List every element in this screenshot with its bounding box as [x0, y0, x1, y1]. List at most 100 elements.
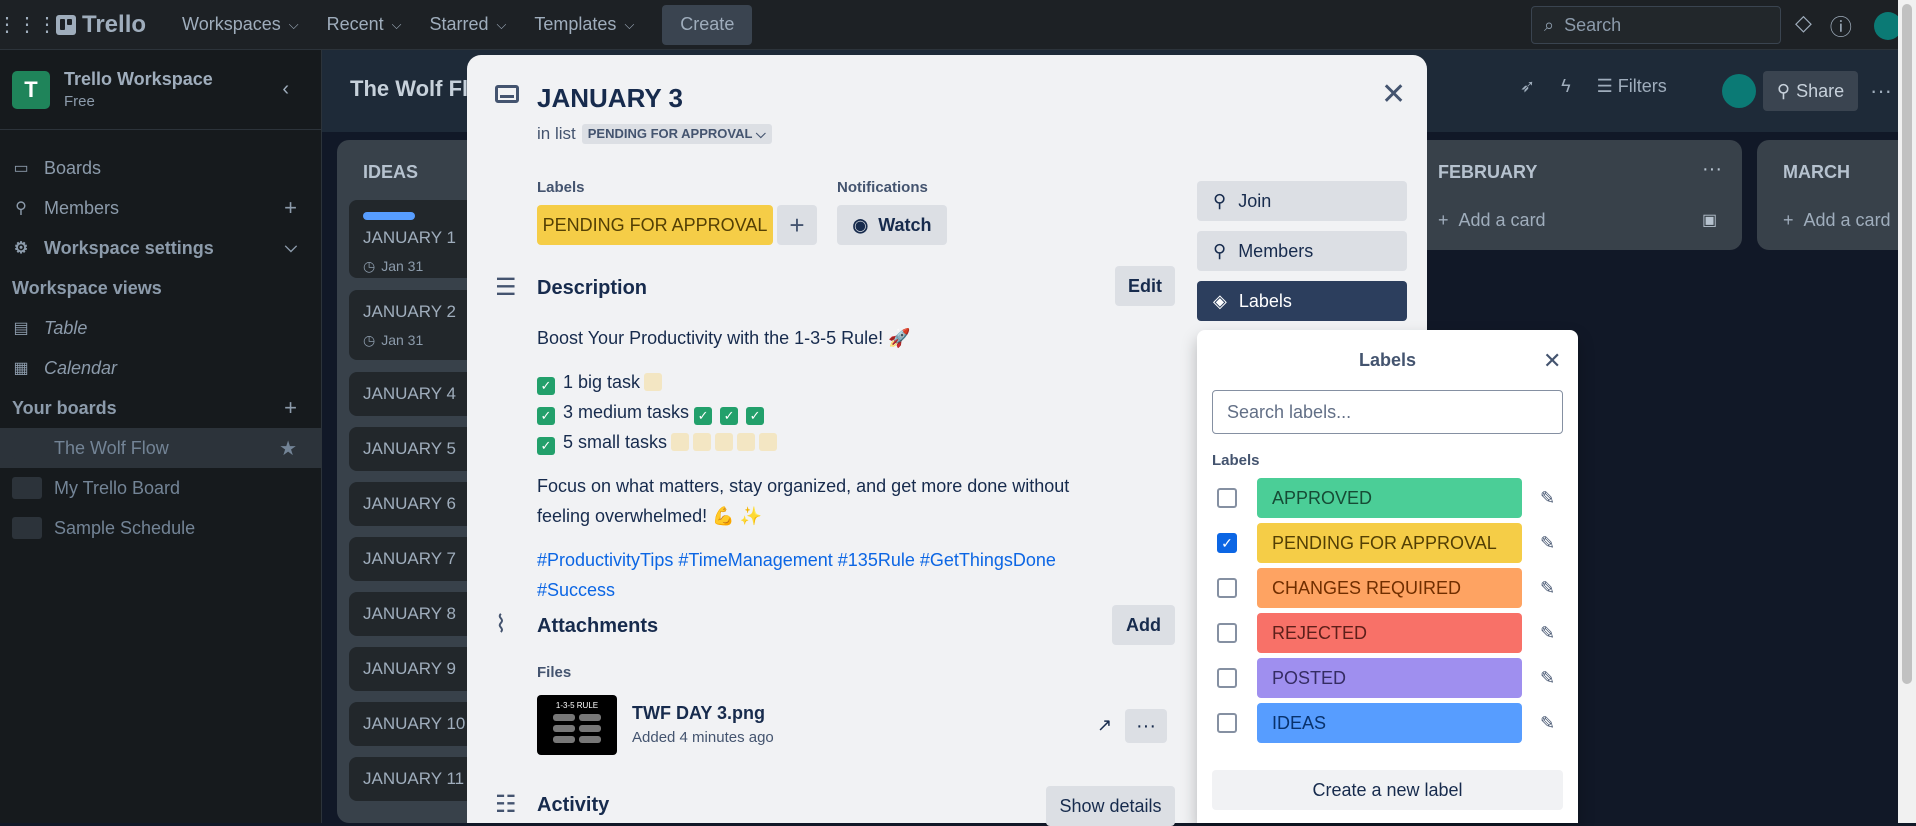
- checkbox-icon: ✓: [537, 407, 555, 425]
- search-labels-input[interactable]: Search labels...: [1212, 390, 1563, 434]
- trello-logo[interactable]: Trello: [56, 11, 146, 39]
- label-checkbox[interactable]: [1217, 713, 1237, 733]
- label-checkbox[interactable]: [1217, 623, 1237, 643]
- sidebar-item-table[interactable]: ▤ Table: [0, 308, 321, 348]
- memo-emoji: [759, 433, 778, 451]
- person-icon: ⚲: [1213, 240, 1227, 261]
- label-chip[interactable]: CHANGES REQUIRED: [1257, 568, 1522, 608]
- sidebar-board-item[interactable]: My Trello Board: [0, 468, 321, 508]
- create-button[interactable]: Create: [662, 4, 753, 45]
- label-chip[interactable]: PENDING FOR APPROVAL: [1257, 523, 1522, 563]
- sidebar-board-item[interactable]: Sample Schedule: [0, 508, 321, 548]
- list-menu-icon[interactable]: ···: [1702, 158, 1722, 181]
- label-row: APPROVED ✎: [1212, 478, 1563, 518]
- sidebar-item-workspace-settings[interactable]: ⚙ Workspace settings ⌵: [0, 228, 321, 268]
- open-external-icon[interactable]: ↗: [1097, 715, 1112, 736]
- template-icon[interactable]: ▣: [1702, 210, 1717, 230]
- filters-button[interactable]: ☰ Filters: [1597, 76, 1667, 97]
- checkbox-icon: ✓: [694, 407, 713, 425]
- close-icon[interactable]: ✕: [1543, 348, 1561, 374]
- board-title[interactable]: The Wolf Fl: [350, 76, 468, 102]
- add-card-button[interactable]: + Add a card: [1438, 210, 1546, 231]
- star-icon[interactable]: ★: [279, 436, 297, 461]
- sidebar-item-boards[interactable]: ▭ Boards: [0, 148, 321, 188]
- pencil-icon[interactable]: ✎: [1540, 488, 1555, 509]
- workspace-avatar: T: [12, 70, 50, 109]
- sidebar-item-calendar[interactable]: ▦ Calendar: [0, 348, 321, 388]
- eye-icon: ◉: [852, 214, 869, 235]
- show-details-button[interactable]: Show details: [1046, 786, 1175, 826]
- scrollbar-thumb[interactable]: [1902, 4, 1912, 684]
- megaphone-icon[interactable]: ◇: [1795, 10, 1812, 42]
- members-button[interactable]: ⚲ Members: [1197, 231, 1407, 271]
- chevron-down-icon: ⌵: [624, 16, 635, 32]
- scrollbar[interactable]: [1898, 0, 1916, 823]
- label-row: POSTED ✎: [1212, 658, 1563, 698]
- description-heading: Description: [537, 277, 648, 299]
- attachment-filename[interactable]: TWF DAY 3.png: [632, 703, 765, 724]
- collapse-sidebar-icon[interactable]: ‹: [282, 78, 289, 101]
- edit-button[interactable]: Edit: [1115, 266, 1175, 306]
- nav-templates[interactable]: Templates ⌵: [520, 8, 648, 42]
- pencil-icon[interactable]: ✎: [1540, 578, 1555, 599]
- pencil-icon[interactable]: ✎: [1540, 533, 1555, 554]
- add-member-icon[interactable]: +: [284, 195, 297, 221]
- join-button[interactable]: ⚲ Join: [1197, 181, 1407, 221]
- label-chip[interactable]: POSTED: [1257, 658, 1522, 698]
- popover-title: Labels: [1358, 350, 1417, 370]
- app-switcher-icon[interactable]: ⋮⋮⋮: [0, 8, 57, 42]
- checkbox-icon: ✓: [746, 407, 765, 425]
- add-board-icon[interactable]: +: [284, 395, 297, 421]
- attachment-thumbnail[interactable]: 1-3-5 RULE: [537, 695, 617, 755]
- chevron-down-icon: ⌵: [755, 126, 766, 141]
- card-label-pending[interactable]: PENDING FOR APPROVAL: [537, 205, 773, 245]
- list-name-dropdown[interactable]: PENDING FOR APPROVAL ⌵: [581, 124, 772, 144]
- add-label-button[interactable]: +: [777, 205, 817, 245]
- create-label-button[interactable]: Create a new label: [1212, 770, 1563, 810]
- add-card-button[interactable]: + Add a card: [1783, 210, 1891, 231]
- search-input[interactable]: ⌕ Search: [1531, 6, 1781, 44]
- person-icon: ⚲: [1776, 80, 1791, 101]
- label-checkbox[interactable]: [1217, 488, 1237, 508]
- label-checkbox[interactable]: [1217, 578, 1237, 598]
- card-list-indicator: in list PENDING FOR APPROVAL ⌵: [537, 124, 772, 144]
- help-icon[interactable]: ⓘ: [1830, 10, 1852, 42]
- list-march: MARCH + Add a card: [1757, 140, 1898, 250]
- description-icon: ☰: [495, 274, 517, 301]
- pencil-icon[interactable]: ✎: [1540, 713, 1555, 734]
- nav-recent[interactable]: Recent ⌵: [313, 8, 416, 42]
- label-chip[interactable]: APPROVED: [1257, 478, 1522, 518]
- pencil-icon[interactable]: ✎: [1540, 623, 1555, 644]
- memo-emoji: [715, 433, 734, 451]
- label-row: REJECTED ✎: [1212, 613, 1563, 653]
- sidebar-board-item[interactable]: The Wolf Flow ★: [0, 428, 321, 468]
- hashtags[interactable]: #ProductivityTips #TimeManagement #135Ru…: [537, 545, 1117, 605]
- sidebar-item-members[interactable]: ⚲ Members +: [0, 188, 321, 228]
- label-chip[interactable]: IDEAS: [1257, 703, 1522, 743]
- add-attachment-button[interactable]: Add: [1112, 605, 1175, 645]
- automation-icon[interactable]: ϟ: [1561, 76, 1571, 97]
- pencil-icon[interactable]: ✎: [1540, 668, 1555, 689]
- label-chip[interactable]: REJECTED: [1257, 613, 1522, 653]
- plus-icon: +: [1438, 210, 1449, 230]
- avatar[interactable]: [1722, 74, 1756, 108]
- nav-starred[interactable]: Starred ⌵: [416, 8, 521, 42]
- close-icon[interactable]: ✕: [1381, 77, 1406, 112]
- nav-workspaces[interactable]: Workspaces ⌵: [168, 8, 313, 42]
- board-menu-icon[interactable]: ···: [1870, 78, 1892, 104]
- workspace-header: T Trello Workspace Free ‹: [0, 50, 321, 130]
- workspace-views-heading: Workspace views: [12, 277, 162, 298]
- watch-button[interactable]: ◉ Watch: [837, 205, 947, 245]
- chevron-down-icon: ⌵: [288, 16, 299, 32]
- list-title: IDEAS: [363, 162, 419, 182]
- list-february: FEBRUARY ··· + Add a card ▣: [1412, 140, 1742, 250]
- card-title[interactable]: JANUARY 3: [537, 83, 683, 114]
- chevron-down-icon: ⌵: [284, 239, 297, 256]
- labels-button[interactable]: ◈ Labels: [1197, 281, 1407, 321]
- label-checkbox[interactable]: ✓: [1217, 533, 1237, 553]
- label-checkbox[interactable]: [1217, 668, 1237, 688]
- attachment-menu-button[interactable]: ···: [1125, 709, 1167, 743]
- chevron-down-icon: ⌵: [496, 16, 507, 32]
- share-button[interactable]: ⚲ Share: [1763, 71, 1858, 111]
- rocket-icon[interactable]: ➶: [1520, 76, 1535, 97]
